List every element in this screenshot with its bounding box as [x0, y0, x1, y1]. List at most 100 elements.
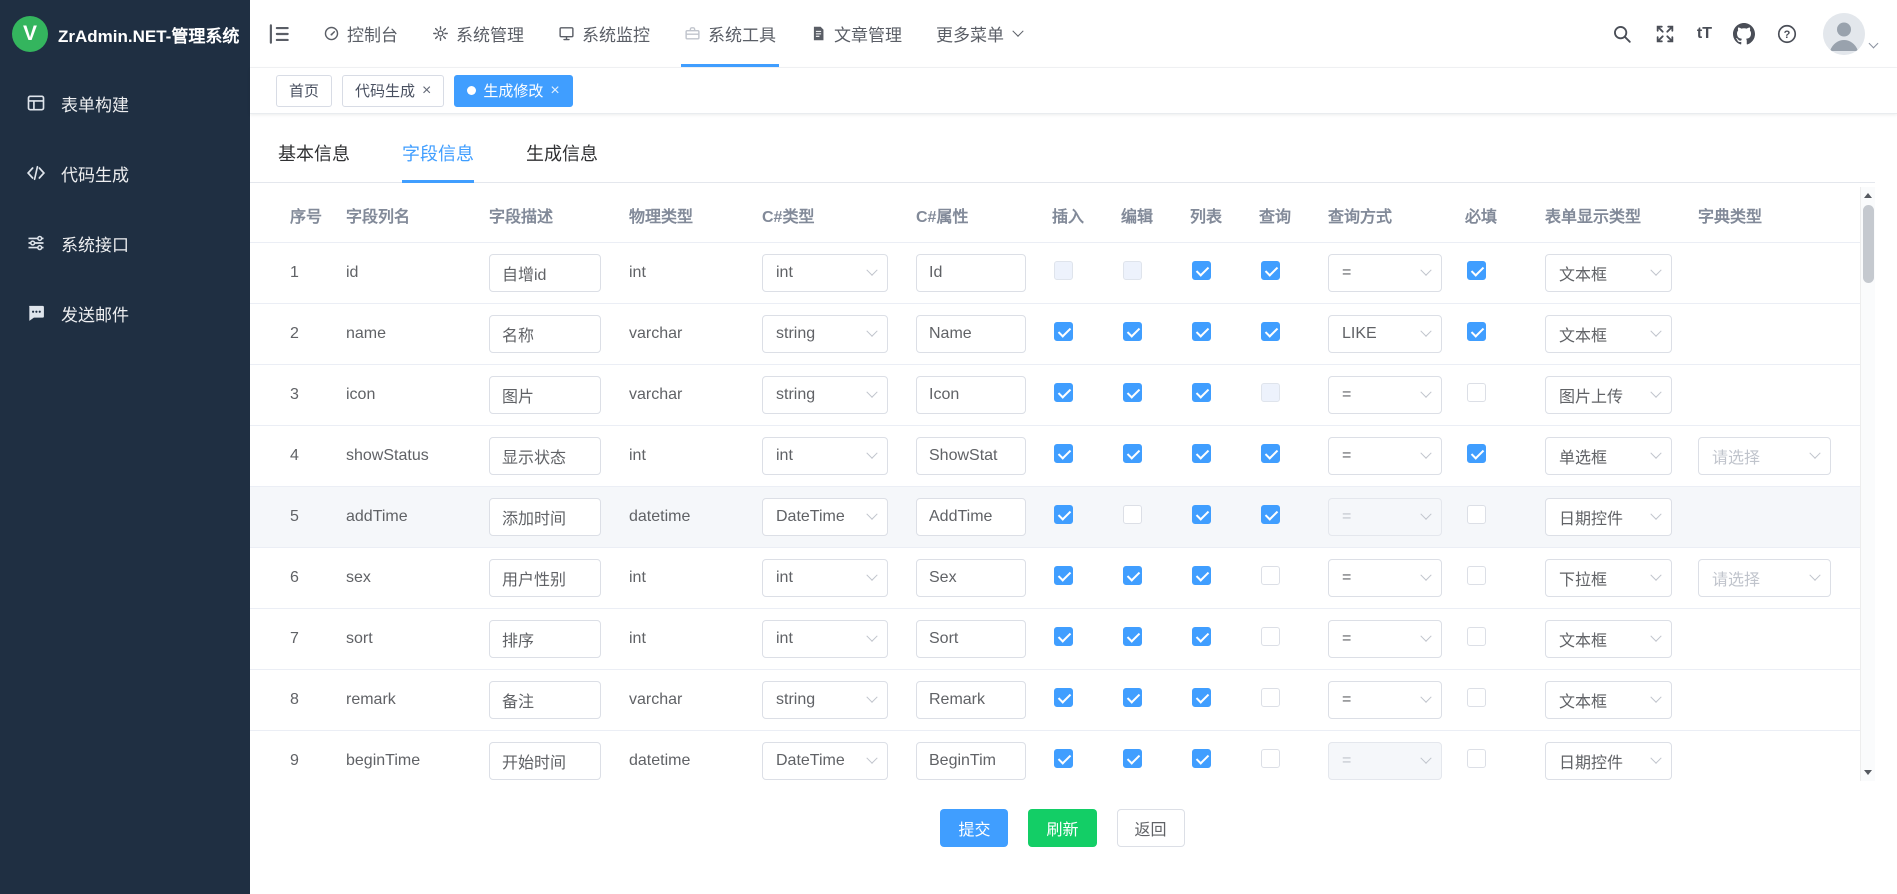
insert-checkbox[interactable]	[1054, 688, 1073, 707]
tab-basic-info[interactable]: 基本信息	[278, 140, 350, 182]
csharp-type-select[interactable]: int	[762, 437, 888, 475]
csharp-property-input[interactable]	[916, 559, 1026, 597]
edit-checkbox[interactable]	[1123, 261, 1142, 280]
query-checkbox[interactable]	[1261, 444, 1280, 463]
csharp-property-input[interactable]	[916, 437, 1026, 475]
sidebar-item-form-builder[interactable]: 表单构建	[0, 68, 250, 138]
csharp-type-select[interactable]: string	[762, 315, 888, 353]
edit-checkbox[interactable]	[1123, 322, 1142, 341]
insert-checkbox[interactable]	[1054, 261, 1073, 280]
topnav-item-more-menu[interactable]: 更多菜单	[919, 0, 1039, 67]
close-icon[interactable]: ×	[550, 83, 559, 99]
required-checkbox[interactable]	[1467, 505, 1486, 524]
csharp-type-select[interactable]: int	[762, 620, 888, 658]
column-description-input[interactable]	[489, 559, 601, 597]
tag-code-generation[interactable]: 代码生成 ×	[342, 75, 444, 107]
required-checkbox[interactable]	[1467, 322, 1486, 341]
refresh-button[interactable]: 刷新	[1028, 809, 1096, 847]
column-description-input[interactable]	[489, 315, 601, 353]
insert-checkbox[interactable]	[1054, 322, 1073, 341]
query-checkbox[interactable]	[1261, 383, 1280, 402]
display-type-select[interactable]: 日期控件	[1545, 498, 1672, 536]
query-checkbox[interactable]	[1261, 627, 1280, 646]
list-checkbox[interactable]	[1192, 383, 1211, 402]
edit-checkbox[interactable]	[1123, 505, 1142, 524]
display-type-select[interactable]: 文本框	[1545, 681, 1672, 719]
query-mode-select[interactable]: =	[1328, 437, 1442, 475]
insert-checkbox[interactable]	[1054, 749, 1073, 768]
github-icon[interactable]	[1733, 23, 1755, 45]
close-icon[interactable]: ×	[422, 83, 431, 99]
display-type-select[interactable]: 图片上传	[1545, 376, 1672, 414]
required-checkbox[interactable]	[1467, 688, 1486, 707]
column-description-input[interactable]	[489, 681, 601, 719]
csharp-property-input[interactable]	[916, 254, 1026, 292]
query-mode-select[interactable]: LIKE	[1328, 315, 1442, 353]
csharp-type-select[interactable]: DateTime	[762, 498, 888, 536]
query-checkbox[interactable]	[1261, 749, 1280, 768]
query-mode-select[interactable]: =	[1328, 742, 1442, 780]
csharp-property-input[interactable]	[916, 742, 1026, 780]
edit-checkbox[interactable]	[1123, 383, 1142, 402]
topnav-item-system-tools[interactable]: 系统工具	[667, 0, 793, 67]
edit-checkbox[interactable]	[1123, 566, 1142, 585]
sidebar-item-code-generation[interactable]: 代码生成	[0, 138, 250, 208]
tag-home[interactable]: 首页	[276, 75, 332, 107]
display-type-select[interactable]: 日期控件	[1545, 742, 1672, 780]
app-logo[interactable]: V ZrAdmin.NET-管理系统	[0, 0, 250, 68]
tab-generate-info[interactable]: 生成信息	[526, 140, 598, 182]
query-checkbox[interactable]	[1261, 261, 1280, 280]
csharp-property-input[interactable]	[916, 681, 1026, 719]
list-checkbox[interactable]	[1192, 322, 1211, 341]
dict-type-select[interactable]: 请选择	[1698, 437, 1831, 475]
required-checkbox[interactable]	[1467, 261, 1486, 280]
edit-checkbox[interactable]	[1123, 749, 1142, 768]
submit-button[interactable]: 提交	[940, 809, 1008, 847]
display-type-select[interactable]: 下拉框	[1545, 559, 1672, 597]
column-description-input[interactable]	[489, 376, 601, 414]
tab-field-info[interactable]: 字段信息	[402, 140, 474, 182]
query-checkbox[interactable]	[1261, 688, 1280, 707]
dict-type-select[interactable]: 请选择	[1698, 559, 1831, 597]
insert-checkbox[interactable]	[1054, 627, 1073, 646]
edit-checkbox[interactable]	[1123, 627, 1142, 646]
scroll-down-button[interactable]	[1861, 765, 1875, 780]
edit-checkbox[interactable]	[1123, 688, 1142, 707]
column-description-input[interactable]	[489, 498, 601, 536]
query-checkbox[interactable]	[1261, 505, 1280, 524]
list-checkbox[interactable]	[1192, 688, 1211, 707]
sidebar-item-send-mail[interactable]: 发送邮件	[0, 278, 250, 348]
required-checkbox[interactable]	[1467, 566, 1486, 585]
csharp-property-input[interactable]	[916, 376, 1026, 414]
help-icon[interactable]: ?	[1776, 23, 1798, 45]
query-checkbox[interactable]	[1261, 566, 1280, 585]
csharp-property-input[interactable]	[916, 315, 1026, 353]
insert-checkbox[interactable]	[1054, 566, 1073, 585]
fullscreen-icon[interactable]	[1654, 23, 1676, 45]
display-type-select[interactable]: 单选框	[1545, 437, 1672, 475]
scroll-up-button[interactable]	[1861, 188, 1875, 203]
query-mode-select[interactable]: =	[1328, 498, 1442, 536]
query-mode-select[interactable]: =	[1328, 254, 1442, 292]
column-description-input[interactable]	[489, 742, 601, 780]
list-checkbox[interactable]	[1192, 505, 1211, 524]
required-checkbox[interactable]	[1467, 749, 1486, 768]
topnav-item-article-manage[interactable]: 文章管理	[793, 0, 919, 67]
display-type-select[interactable]: 文本框	[1545, 254, 1672, 292]
csharp-property-input[interactable]	[916, 498, 1026, 536]
scrollbar-thumb[interactable]	[1863, 205, 1874, 283]
insert-checkbox[interactable]	[1054, 444, 1073, 463]
query-mode-select[interactable]: =	[1328, 559, 1442, 597]
topnav-item-console[interactable]: 控制台	[306, 0, 415, 67]
list-checkbox[interactable]	[1192, 261, 1211, 280]
column-description-input[interactable]	[489, 437, 601, 475]
topnav-item-system-manage[interactable]: 系统管理	[415, 0, 541, 67]
back-button[interactable]: 返回	[1117, 809, 1185, 847]
tag-generate-edit[interactable]: 生成修改 ×	[454, 75, 572, 107]
query-mode-select[interactable]: =	[1328, 376, 1442, 414]
search-icon[interactable]	[1611, 23, 1633, 45]
column-description-input[interactable]	[489, 254, 601, 292]
sidebar-collapse-icon[interactable]	[266, 21, 292, 47]
list-checkbox[interactable]	[1192, 627, 1211, 646]
csharp-type-select[interactable]: string	[762, 376, 888, 414]
